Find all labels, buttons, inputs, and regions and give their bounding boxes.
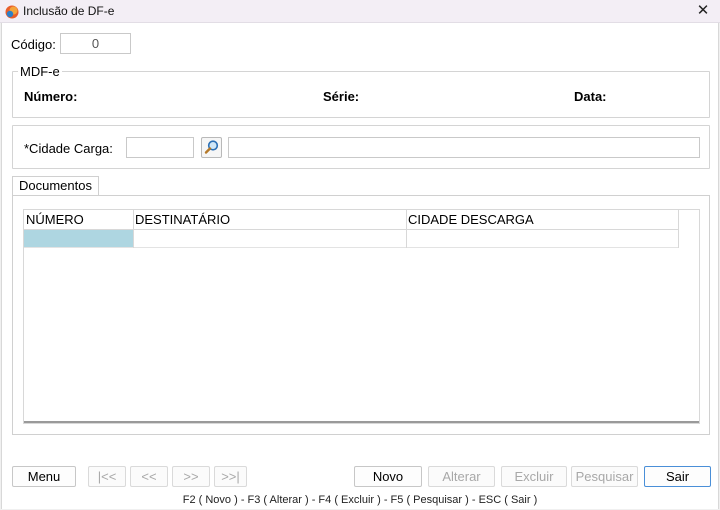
previous-record-button[interactable]: << [130,466,168,487]
shortcut-status-bar: F2 ( Novo ) - F3 ( Alterar ) - F4 ( Excl… [182,494,538,506]
cidade-carga-label: *Cidade Carga: [24,141,113,156]
close-icon[interactable]: ✕ [692,1,714,21]
carga-group: *Cidade Carga: [12,125,710,169]
menu-button[interactable]: Menu [12,466,76,487]
table-cell-selected[interactable] [24,230,133,248]
app-logo-icon [5,5,19,19]
codigo-label: Código: [11,37,56,52]
last-record-button[interactable]: >>| [214,466,247,487]
column-divider [406,210,407,248]
cidade-carga-code-field[interactable] [126,137,194,158]
documentos-grid[interactable]: NÚMERO DESTINATÁRIO CIDADE DESCARGA [23,209,700,424]
column-header-cidade-descarga[interactable]: CIDADE DESCARGA [406,210,679,230]
search-icon [204,140,219,154]
grid-bottom-border [24,421,699,423]
column-header-numero[interactable]: NÚMERO [24,210,133,230]
novo-button[interactable]: Novo [354,466,422,487]
codigo-field[interactable]: 0 [60,33,131,54]
table-cell[interactable] [406,230,679,248]
column-header-destinatario[interactable]: DESTINATÁRIO [133,210,406,230]
title-bar: Inclusão de DF-e ✕ [0,0,720,23]
next-record-button[interactable]: >> [172,466,210,487]
dialog-body: Código: 0 MDF-e Número: Série: Data: *Ci… [1,23,719,509]
column-divider [678,210,679,248]
window-title: Inclusão de DF-e [23,4,115,18]
cidade-carga-search-button[interactable] [201,137,222,158]
column-divider [133,210,134,248]
sair-button[interactable]: Sair [644,466,711,487]
cidade-carga-name-field[interactable] [228,137,700,158]
data-label: Data: [574,89,607,104]
mdfe-group: MDF-e Número: Série: Data: [12,64,710,118]
first-record-button[interactable]: |<< [88,466,126,487]
excluir-button[interactable]: Excluir [501,466,567,487]
documentos-panel: NÚMERO DESTINATÁRIO CIDADE DESCARGA [12,195,710,435]
serie-label: Série: [323,89,360,104]
tab-documentos[interactable]: Documentos [12,176,99,196]
numero-label: Número: [24,89,78,104]
pesquisar-button[interactable]: Pesquisar [571,466,638,487]
alterar-button[interactable]: Alterar [428,466,495,487]
mdfe-legend: MDF-e [18,64,62,79]
table-cell[interactable] [133,230,406,248]
